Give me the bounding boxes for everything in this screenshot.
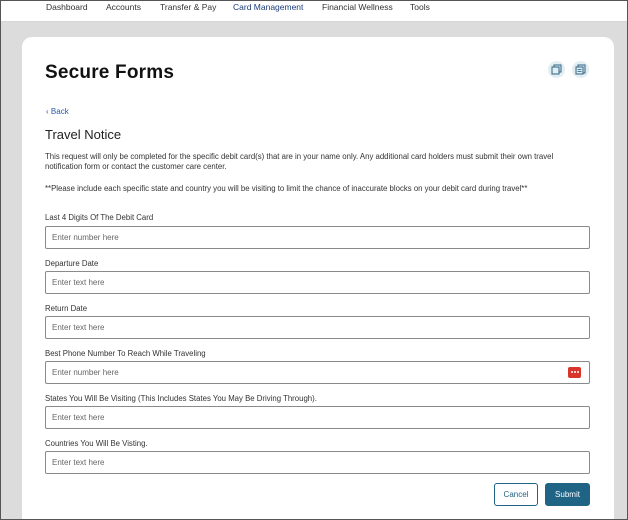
nav-item-card-management[interactable]: Card Management bbox=[233, 0, 303, 14]
countries-input[interactable] bbox=[45, 451, 590, 474]
chevron-left-icon: ‹ bbox=[46, 107, 49, 116]
departure-date-input[interactable] bbox=[45, 271, 590, 294]
field-label-countries: Countries You Will Be Visting. bbox=[45, 439, 148, 448]
field-label-phone: Best Phone Number To Reach While Traveli… bbox=[45, 349, 206, 358]
nav-item-financial-wellness[interactable]: Financial Wellness bbox=[322, 0, 393, 14]
phone-number-input[interactable] bbox=[45, 361, 590, 384]
document-icon[interactable] bbox=[572, 61, 589, 78]
return-date-input[interactable] bbox=[45, 316, 590, 339]
nav-item-tools[interactable]: Tools bbox=[410, 0, 430, 14]
submit-button[interactable]: Submit bbox=[545, 483, 590, 506]
field-label-states: States You Will Be Visiting (This Includ… bbox=[45, 394, 317, 403]
states-input[interactable] bbox=[45, 406, 590, 429]
field-label-departure: Departure Date bbox=[45, 259, 99, 268]
last4-digits-input[interactable] bbox=[45, 226, 590, 249]
back-label: Back bbox=[50, 107, 69, 116]
nav-item-dashboard[interactable]: Dashboard bbox=[46, 0, 88, 14]
nav-item-transfer-pay[interactable]: Transfer & Pay bbox=[160, 0, 216, 14]
intro-text: This request will only be completed for … bbox=[45, 152, 554, 171]
nav-item-accounts[interactable]: Accounts bbox=[106, 0, 141, 14]
page-title: Secure Forms bbox=[45, 62, 175, 83]
back-link[interactable]: ‹ Back bbox=[46, 107, 69, 116]
form-title: Travel Notice bbox=[45, 127, 122, 142]
field-label-last4: Last 4 Digits Of The Debit Card bbox=[45, 213, 154, 222]
copy-icon[interactable] bbox=[548, 61, 565, 78]
note-text: **Please include each specific state and… bbox=[45, 184, 528, 193]
top-navigation: Dashboard Accounts Transfer & Pay Card M… bbox=[1, 0, 627, 22]
password-manager-icon[interactable] bbox=[568, 367, 581, 378]
cancel-button[interactable]: Cancel bbox=[494, 483, 538, 506]
field-label-return: Return Date bbox=[45, 304, 88, 313]
